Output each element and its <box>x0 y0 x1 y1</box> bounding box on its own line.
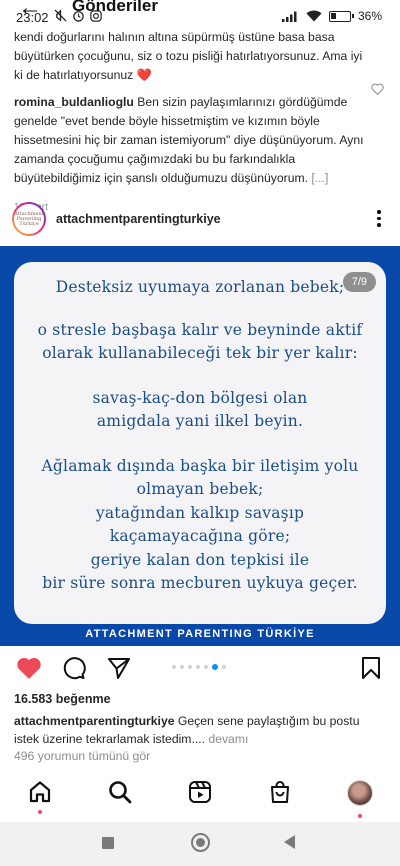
caption-more-link[interactable]: devamı <box>205 732 248 746</box>
nav-search[interactable] <box>108 780 132 809</box>
view-all-comments-link[interactable]: 496 yorumun tümünü gör <box>14 749 150 763</box>
slide-card: 7/9 Desteksiz uyumaya zorlanan bebek; o … <box>14 262 386 624</box>
comment-icon[interactable] <box>62 656 86 680</box>
likes-count[interactable]: 16.583 beğenme <box>14 692 111 706</box>
system-navigation-bar <box>0 822 400 866</box>
carousel-dot <box>204 665 208 669</box>
nav-profile[interactable] <box>347 780 373 818</box>
slide-line: olarak kullanabileceği tek bir yer kalır… <box>42 344 358 362</box>
carousel-dot <box>212 664 218 670</box>
search-icon <box>109 781 132 804</box>
mute-icon <box>54 9 67 22</box>
shopping-bag-icon <box>271 781 289 803</box>
slide-line: o stresle başbaşa kalır ve beyninde akti… <box>37 320 363 339</box>
nav-shop[interactable] <box>268 780 292 809</box>
brand-footer: ATTACHMENT PARENTING TÜRKİYE <box>85 628 315 640</box>
save-bookmark-icon[interactable] <box>361 656 381 680</box>
comment-more-link[interactable]: [...] <box>308 171 328 185</box>
wifi-icon <box>306 10 322 22</box>
carousel-dot <box>196 665 200 669</box>
slide-text: Desteksiz uyumaya zorlanan bebek; o stre… <box>14 276 386 596</box>
post-username[interactable]: attachmentparentingturkiye <box>56 212 221 226</box>
home-icon <box>29 781 51 803</box>
slide-line: savaş-kaç-don bölgesi olan <box>92 388 308 407</box>
slide-line: yatağından kalkıp savaşıp <box>95 503 305 522</box>
carousel-dot <box>180 665 184 669</box>
system-back-icon[interactable] <box>284 835 295 849</box>
avatar-logo-text: Attachment Parenting Türkiye <box>14 204 44 234</box>
like-heart-icon[interactable] <box>16 656 42 680</box>
carousel-dot <box>172 665 176 669</box>
post-actions <box>0 654 400 686</box>
battery-icon <box>328 10 354 22</box>
slide-line: Ağlamak dışında başka bir iletişim yolu <box>41 456 359 475</box>
battery-level: 36% <box>357 9 382 23</box>
comment-item: romina_buldanlioglu Ben sizin paylaşımla… <box>14 93 374 217</box>
reels-icon <box>189 781 211 803</box>
avatar[interactable]: Attachment Parenting Türkiye <box>12 202 46 236</box>
comment-username[interactable]: romina_buldanlioglu <box>14 95 134 109</box>
slide-line: bir süre sonra mecburen uykuya geçer. <box>42 574 358 592</box>
nav-reels[interactable] <box>188 780 212 809</box>
carousel-indicator <box>172 664 226 670</box>
comment-text: kendi doğurlarını halının altına süpürmü… <box>14 30 363 82</box>
slide-line: geriye kalan don tepkisi ile <box>90 550 310 569</box>
page-title: Gönderiler <box>72 0 158 15</box>
post-header: Attachment Parenting Türkiye attachmentp… <box>0 200 400 244</box>
caption-username[interactable]: attachmentparentingturkiye <box>14 714 175 728</box>
bottom-nav <box>0 776 400 818</box>
carousel-dot <box>188 665 192 669</box>
carousel-dot <box>222 665 226 669</box>
comment-list: kendi doğurlarını halının altına süpürmü… <box>14 28 374 217</box>
slide-line: olmayan bebek; <box>136 480 264 498</box>
slide-line: kaçamayacağına göre; <box>109 527 291 545</box>
recent-apps-icon[interactable] <box>102 837 114 849</box>
profile-avatar <box>347 780 373 806</box>
caption: attachmentparentingturkiye Geçen sene pa… <box>14 712 386 748</box>
comment-like-heart-icon[interactable] <box>371 83 384 95</box>
more-options-icon[interactable] <box>376 210 382 230</box>
slide-line: amigdala yani ilkel beyin. <box>96 412 304 430</box>
post-image[interactable]: 7/9 Desteksiz uyumaya zorlanan bebek; o … <box>0 246 400 646</box>
signal-icon <box>281 11 297 22</box>
share-icon[interactable] <box>107 656 131 680</box>
home-button-icon[interactable] <box>191 833 210 852</box>
slide-line: Desteksiz uyumaya zorlanan bebek; <box>55 278 345 296</box>
back-arrow-icon[interactable]: ← <box>18 0 42 22</box>
nav-home[interactable] <box>28 780 52 814</box>
